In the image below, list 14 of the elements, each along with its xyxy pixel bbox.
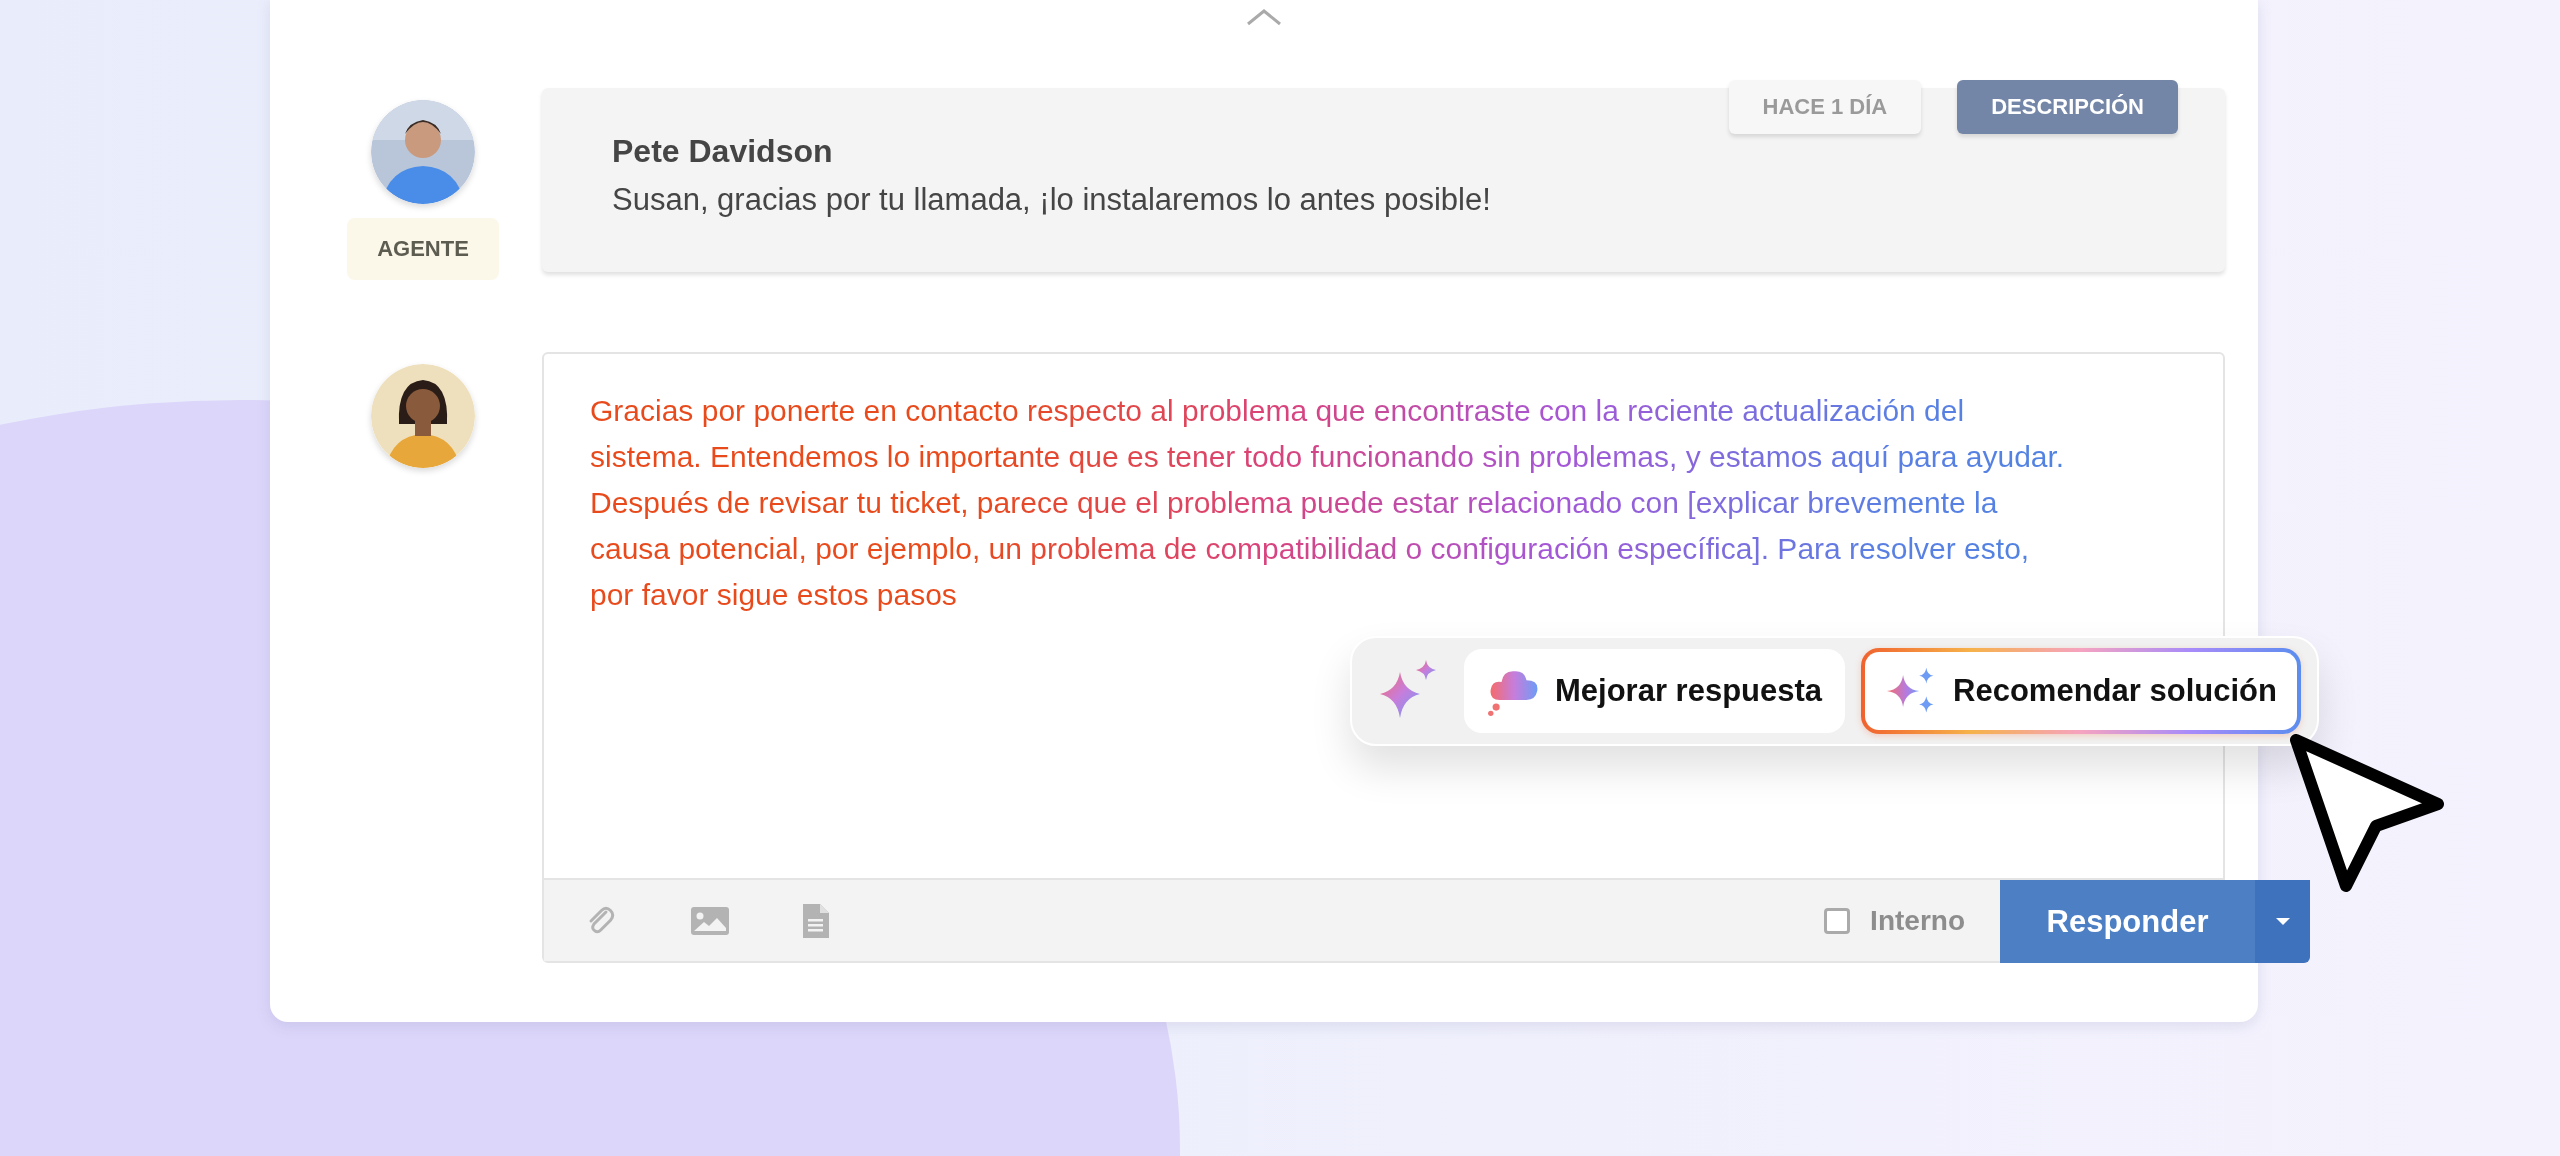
tab[interactable]: DESCRIPCIÓN (1957, 80, 2178, 134)
caret-icon (2274, 916, 2291, 927)
chevron-up-icon[interactable] (1246, 8, 1282, 26)
image-icon[interactable] (690, 905, 730, 936)
message-text: Susan, gracias por tu llamada, ¡lo instalaremos lo antes posible! (612, 182, 1492, 218)
author-name: Pete Davidson (612, 133, 834, 170)
reply-button[interactable]: Responder (2000, 880, 2255, 963)
tab[interactable]: HACE 1 DÍA (1728, 80, 1922, 134)
document-icon[interactable] (802, 902, 830, 939)
checkbox[interactable] (1824, 907, 1851, 934)
internal-checkbox[interactable]: Interno (1824, 904, 1965, 937)
dropdown-button[interactable] (2255, 880, 2310, 963)
role-badge: AGENTE (347, 218, 499, 280)
ai-action-button[interactable]: Mejorar respuesta (1464, 649, 1846, 733)
